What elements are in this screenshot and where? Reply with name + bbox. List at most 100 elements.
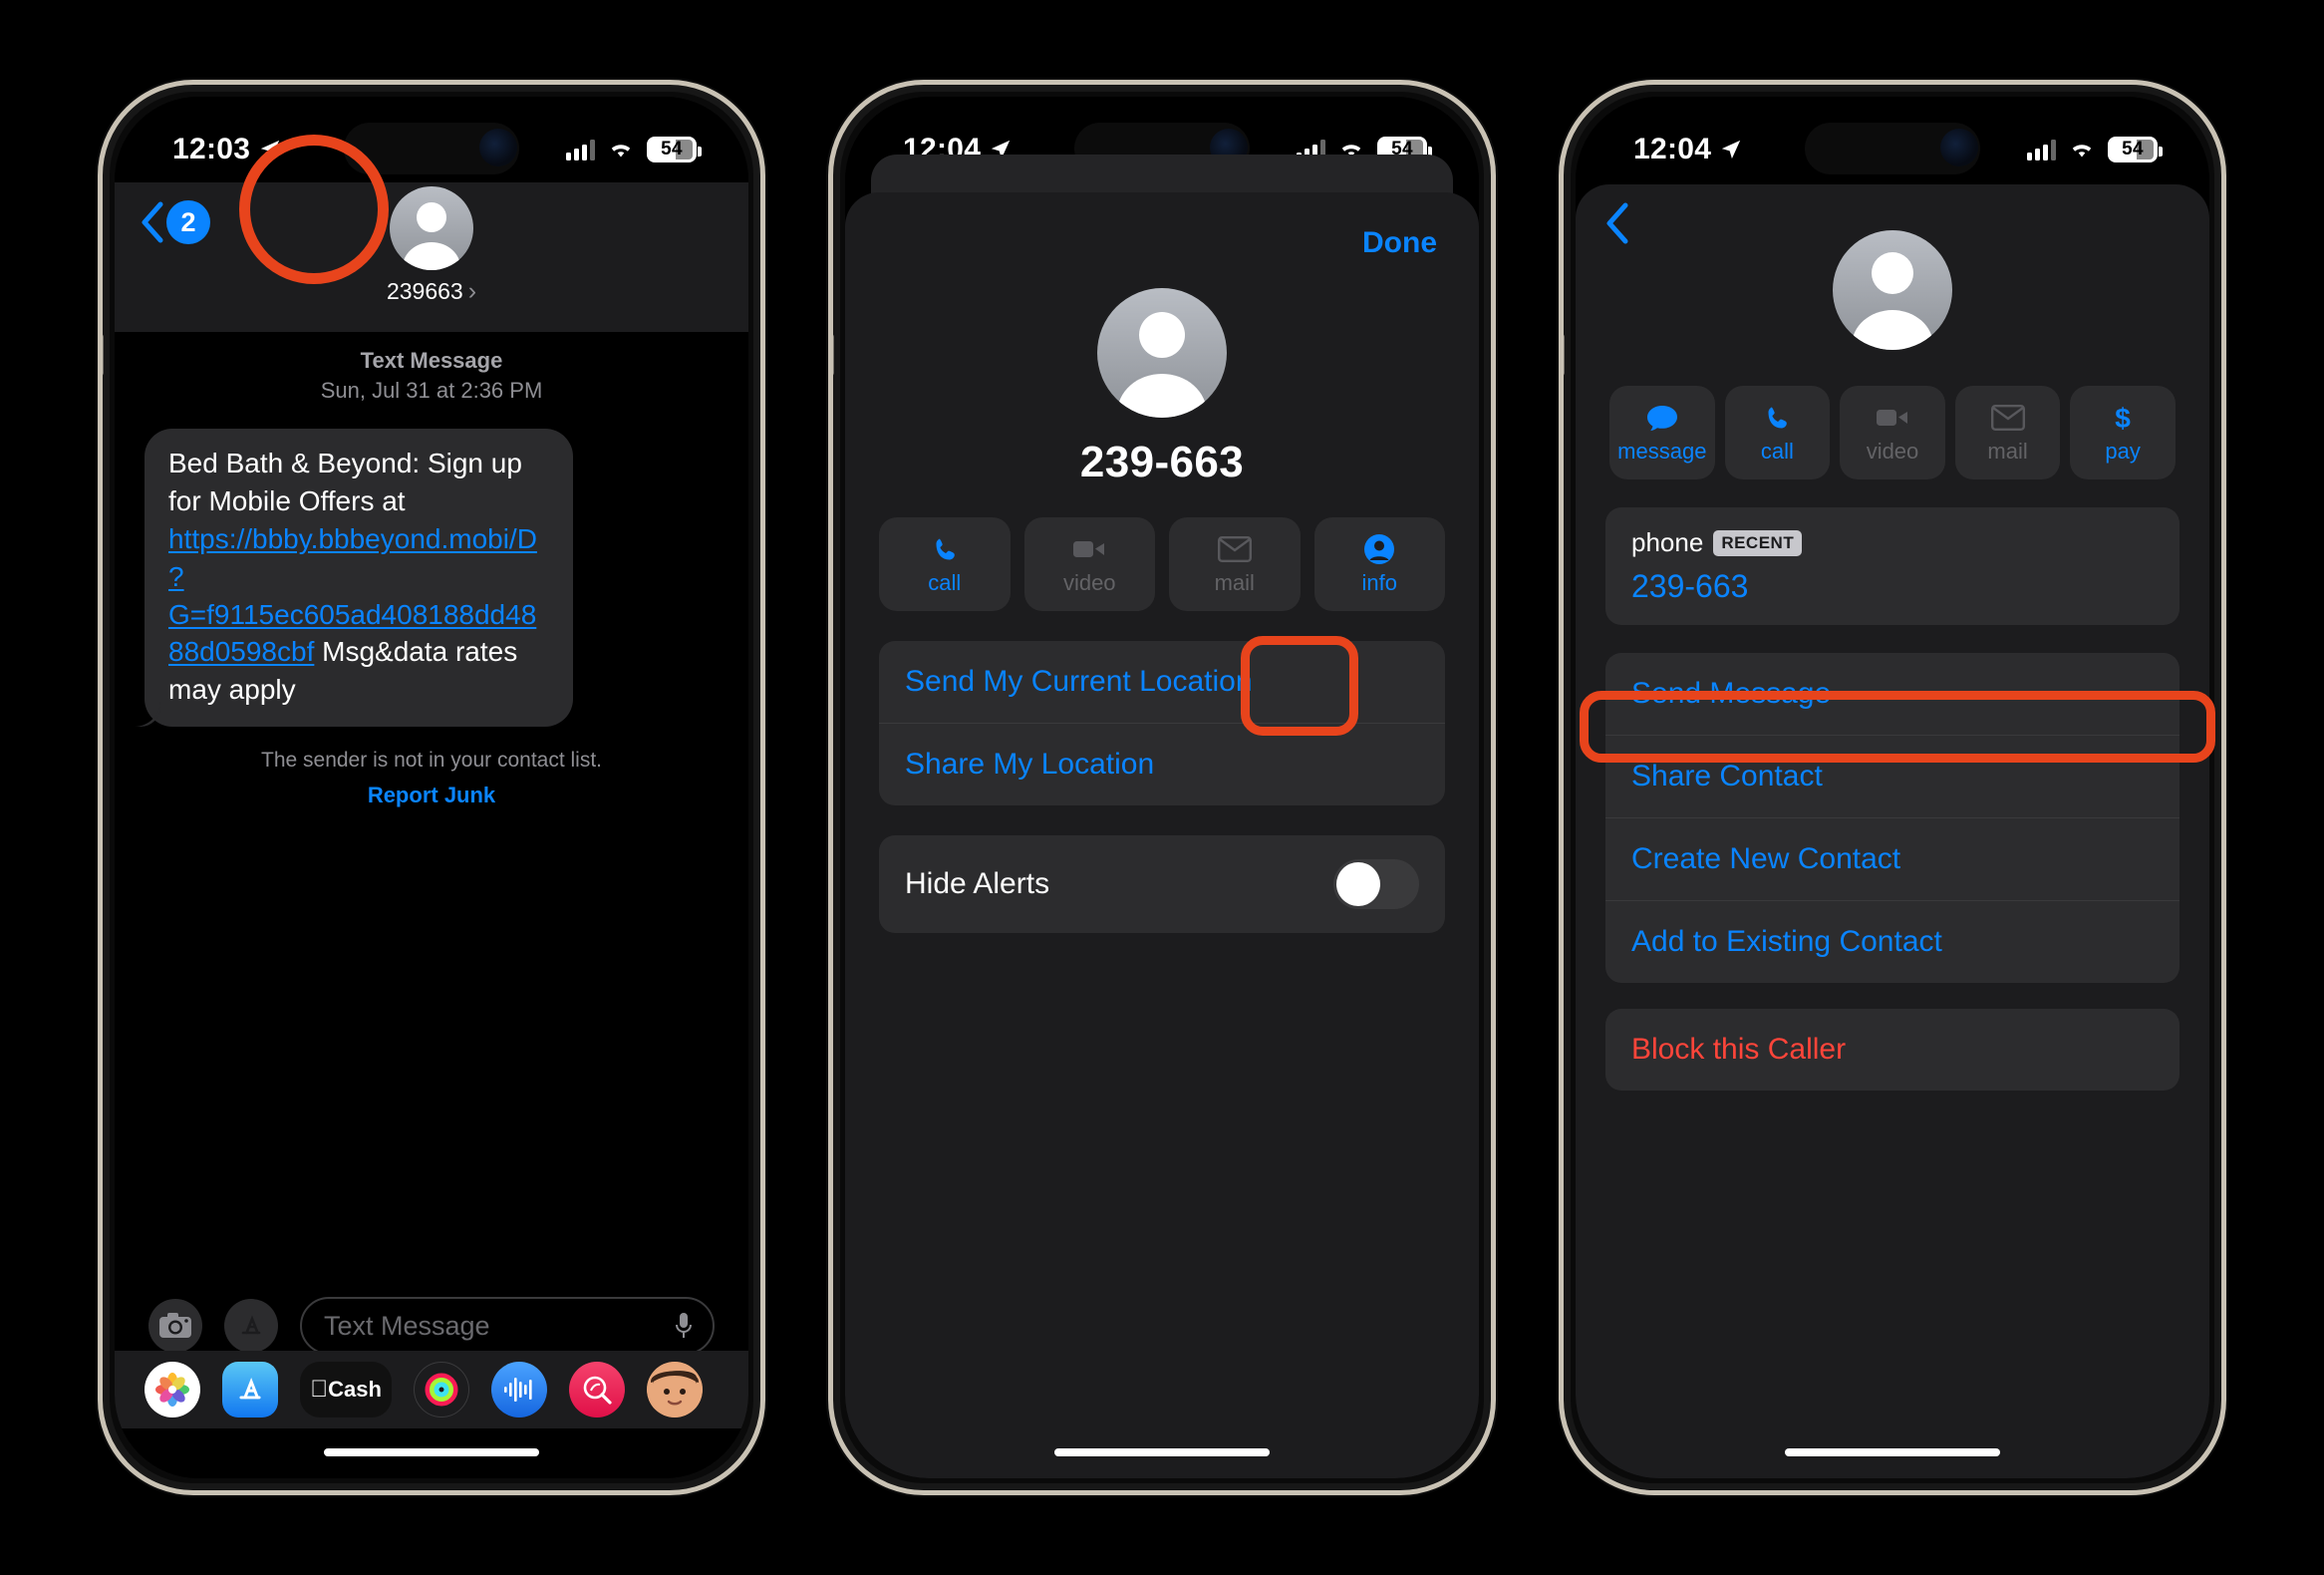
send-message-button[interactable]: Send Message [1605,653,2179,736]
action-mail-label: mail [1214,570,1255,595]
hide-alerts-toggle[interactable] [1333,859,1419,909]
contact-header [1576,184,2209,350]
header-contact-name: 239663 [386,278,463,304]
power-button[interactable] [2221,473,2226,593]
back-button[interactable] [1605,202,1629,249]
dock-icon-voice-memos[interactable] [491,1362,547,1418]
text-message-placeholder: Text Message [324,1310,490,1341]
report-junk-button[interactable]: Report Junk [115,783,748,808]
conversation-body: Text Message Sun, Jul 31 at 2:36 PM Bed … [115,346,748,808]
phone-field-value[interactable]: 239-663 [1631,568,2154,605]
share-my-location-button[interactable]: Share My Location [879,724,1445,805]
message-text-prefix: Bed Bath & Beyond: Sign up for Mobile Of… [168,448,522,517]
silence-switch[interactable] [1564,334,1565,376]
envelope-icon [1217,532,1252,566]
front-camera-icon [479,129,517,166]
dock-icon-memoji[interactable] [647,1362,703,1418]
volume-up-button[interactable] [1559,424,1564,505]
action-message[interactable]: message [1609,386,1715,479]
svg-text:$: $ [2115,403,2131,434]
battery-indicator: 54 [2108,137,2163,162]
status-time-group: 12:04 [1633,133,1742,166]
header-contact-name-row[interactable]: 239663 › [387,277,476,306]
action-call[interactable]: call [879,517,1011,611]
person-avatar-icon [390,186,473,270]
home-indicator [1054,1448,1270,1456]
chevron-left-icon [1606,202,1628,244]
action-info-label: info [1361,570,1397,595]
action-pay[interactable]: $ pay [2070,386,2176,479]
action-video[interactable]: video [1840,386,1945,479]
phone-3-contact-card: 12:04 54 message call video mail $ pay p… [1559,80,2226,1495]
battery-indicator: 54 [647,137,702,162]
share-contact-button[interactable]: Share Contact [1605,736,2179,818]
volume-down-button[interactable] [1559,533,1564,615]
phone-2-conversation-details: 12:04 54 Done 239-663 call video mail in… [828,80,1496,1495]
dock-icon-apple-cash[interactable]: Cash [300,1362,392,1418]
power-button[interactable] [1491,473,1496,593]
contact-sheet: message call video mail $ pay phone RECE… [1576,184,2209,1478]
wifi-icon [2072,145,2092,158]
status-indicators: 54 [2027,137,2163,162]
power-button[interactable] [760,473,765,593]
dock-icon-app-store[interactable] [222,1362,278,1418]
hide-alerts-row[interactable]: Hide Alerts [879,835,1445,933]
camera-icon [159,1313,191,1338]
silence-switch[interactable] [103,334,104,376]
phone-field-label-row: phone RECENT [1631,527,2154,558]
hide-alerts-card: Hide Alerts [879,835,1445,933]
wifi-icon [611,145,631,158]
status-time: 12:03 [172,133,251,165]
action-call-label: call [1760,439,1794,464]
quick-action-row: call video mail info [845,487,1479,611]
dock-icon-fitness[interactable] [414,1362,469,1418]
status-time-group: 12:03 [172,133,281,166]
phone-icon [1762,401,1792,435]
video-camera-icon [1876,401,1909,435]
action-mail[interactable]: mail [1169,517,1301,611]
done-button[interactable]: Done [1362,226,1437,260]
message-meta: Text Message Sun, Jul 31 at 2:36 PM [115,346,748,405]
location-card: Send My Current Location Share My Locati… [879,641,1445,805]
phone-field-card[interactable]: phone RECENT 239-663 [1605,507,2179,625]
volume-down-button[interactable] [98,533,103,615]
message-composer: Text Message [115,1297,748,1355]
action-mail[interactable]: mail [1954,386,2061,479]
volume-up-button[interactable] [98,424,103,505]
send-my-current-location-button[interactable]: Send My Current Location [879,641,1445,724]
status-bar: 12:03 54 [115,97,748,182]
person-avatar-icon [1097,288,1227,418]
status-time: 12:04 [1633,133,1712,165]
message-type-label: Text Message [360,348,503,373]
phone-1-messages-conversation: 12:03 54 2 239663 › Text Message Sun, Ju… [98,80,765,1495]
dock-icon-music-search[interactable] [569,1362,625,1418]
incoming-message-bubble[interactable]: Bed Bath & Beyond: Sign up for Mobile Of… [145,429,573,727]
phone-icon [930,532,960,566]
envelope-icon [1990,401,2025,435]
chevron-right-icon: › [467,277,477,305]
text-message-input[interactable]: Text Message [300,1297,715,1355]
block-this-caller-button[interactable]: Block this Caller [1605,1009,2179,1091]
volume-down-button[interactable] [828,533,833,615]
conversation-header: 2 239663 › [115,182,748,332]
action-call[interactable]: call [1724,386,1831,479]
microphone-icon[interactable] [673,1311,695,1341]
back-button[interactable]: 2 [141,200,210,244]
recent-badge: RECENT [1713,529,1803,556]
sheet-stack-peek [871,155,1453,194]
sender-notice: The sender is not in your contact list. … [115,749,748,808]
add-to-existing-contact-button[interactable]: Add to Existing Contact [1605,901,2179,983]
three-phone-screenshot-sequence: 12:03 54 2 239663 › Text Message Sun, Ju… [0,0,2324,1575]
action-video[interactable]: video [1023,517,1155,611]
camera-button[interactable] [148,1299,202,1353]
action-info[interactable]: info [1313,517,1445,611]
app-store-icon [241,1315,261,1335]
silence-switch[interactable] [833,334,834,376]
action-video-label: video [1866,439,1919,464]
apps-button[interactable] [224,1299,278,1353]
dock-icon-photos[interactable] [145,1362,200,1418]
action-pay-label: pay [2105,439,2141,464]
action-call-label: call [928,570,962,595]
create-new-contact-button[interactable]: Create New Contact [1605,818,2179,901]
volume-up-button[interactable] [828,424,833,505]
